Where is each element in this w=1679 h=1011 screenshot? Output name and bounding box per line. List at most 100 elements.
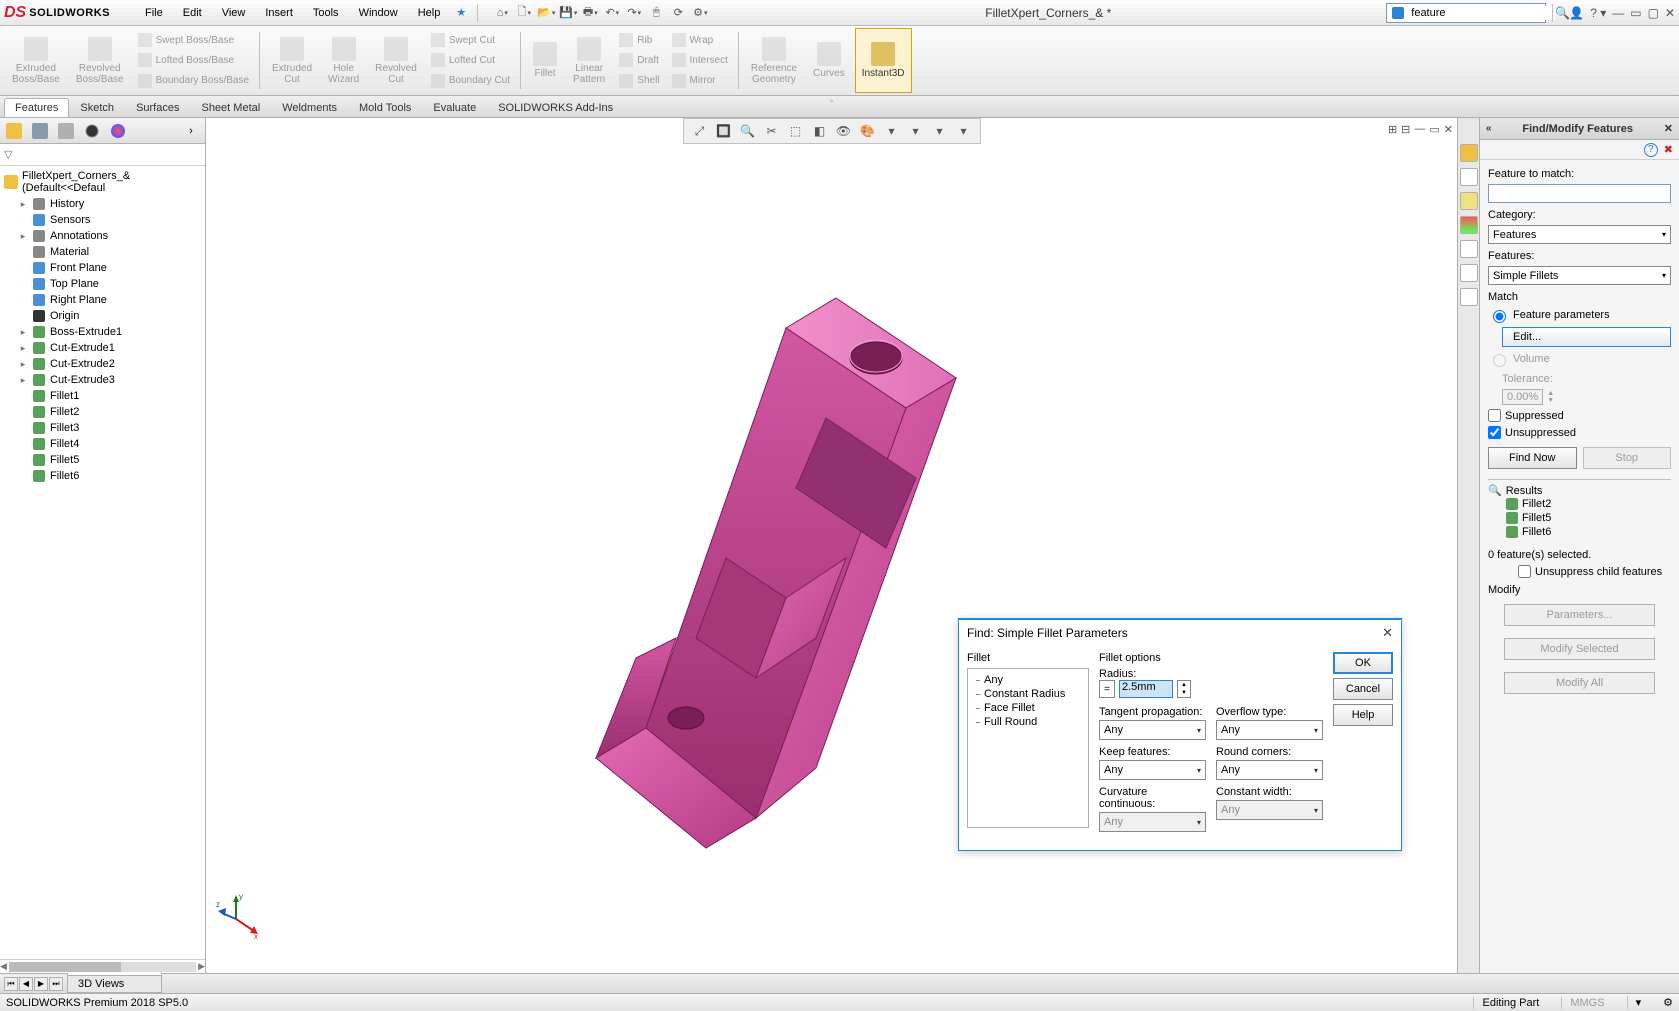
feature-params-radio[interactable]: Feature parameters — [1488, 307, 1671, 323]
tree-node-top-plane[interactable]: Top Plane — [4, 276, 205, 292]
tree-node-fillet5[interactable]: Fillet5 — [4, 452, 205, 468]
tree-node-cut-extrude1[interactable]: ▸ Cut-Extrude1 — [4, 340, 205, 356]
vp-maximize-icon[interactable]: ▭ — [1429, 123, 1439, 136]
result-fillet5[interactable]: Fillet5 — [1488, 511, 1671, 525]
ribbon-swept-boss-base[interactable]: Swept Boss/Base — [138, 33, 249, 47]
features-select[interactable]: Simple Fillets — [1488, 266, 1671, 285]
find-modify-header[interactable]: « Find/Modify Features ✕ — [1480, 118, 1679, 140]
vp-collapse-icon[interactable]: ⊞ — [1388, 123, 1397, 136]
status-dropdown-icon[interactable]: ▾ — [1627, 996, 1650, 1009]
section-view-icon[interactable]: ✂ — [762, 121, 782, 141]
fillet-type-face-fillet[interactable]: Face Fillet — [972, 701, 1084, 715]
search-input[interactable] — [1409, 6, 1555, 20]
tree-node-origin[interactable]: Origin — [4, 308, 205, 324]
tree-node-cut-extrude3[interactable]: ▸ Cut-Extrude3 — [4, 372, 205, 388]
result-fillet6[interactable]: Fillet6 — [1488, 525, 1671, 539]
filter-icon[interactable]: ▽ — [4, 148, 12, 161]
tree-node-material-not-specified-[interactable]: Material — [4, 244, 205, 260]
display-style-icon[interactable]: ◧ — [810, 121, 830, 141]
menu-window[interactable]: Window — [350, 4, 407, 22]
ribbon-linear-pattern[interactable]: LinearPattern — [567, 28, 611, 93]
keep-select[interactable]: Any — [1099, 760, 1206, 780]
menu-help[interactable]: Help — [409, 4, 450, 22]
command-search[interactable]: 🔍 ▾ — [1386, 3, 1546, 23]
ribtab-features[interactable]: Features — [4, 98, 69, 117]
vp-close-icon[interactable]: ✕ — [1444, 123, 1453, 136]
close-icon[interactable]: ✕ — [1665, 6, 1675, 20]
expander-icon[interactable]: ▸ — [18, 231, 28, 242]
help-button[interactable]: Help — [1333, 704, 1393, 726]
ribbon-curves[interactable]: Curves — [807, 28, 851, 93]
ribbon-intersect[interactable]: Intersect — [672, 53, 728, 67]
apply-scene-icon[interactable]: ▾ — [882, 121, 902, 141]
view-settings-icon[interactable]: ▾ — [906, 121, 926, 141]
tree-node-sensors[interactable]: Sensors — [4, 212, 205, 228]
restore-icon[interactable]: ▭ — [1630, 6, 1641, 20]
dimxpert-tab-icon[interactable] — [82, 121, 102, 141]
ribbon-revolved-cut[interactable]: RevolvedCut — [369, 28, 423, 93]
overflow-select[interactable]: Any — [1216, 720, 1323, 740]
star-icon[interactable]: ★ — [451, 3, 471, 23]
ribtab-evaluate[interactable]: Evaluate — [422, 98, 487, 117]
ribbon-boundary-boss-base[interactable]: Boundary Boss/Base — [138, 74, 249, 88]
ribtab-mold-tools[interactable]: Mold Tools — [348, 98, 422, 117]
expander-icon[interactable]: ▸ — [18, 375, 28, 386]
select-icon[interactable]: 🖱 — [646, 3, 666, 23]
cancel-button[interactable]: Cancel — [1333, 678, 1393, 700]
feature-tree-tab-icon[interactable] — [4, 121, 24, 141]
panel-close-icon[interactable]: ✕ — [1664, 122, 1673, 135]
radius-input[interactable]: 2.5mm — [1119, 680, 1173, 698]
result-fillet2[interactable]: Fillet2 — [1488, 497, 1671, 511]
custom-props-icon[interactable] — [1460, 264, 1478, 282]
menu-tools[interactable]: Tools — [304, 4, 348, 22]
category-select[interactable]: Features — [1488, 225, 1671, 244]
render-icon[interactable]: ▾ — [930, 121, 950, 141]
ribbon-swept-cut[interactable]: Swept Cut — [431, 33, 510, 47]
design-library-icon[interactable] — [1460, 168, 1478, 186]
print-icon[interactable]: 🖶 — [580, 3, 600, 23]
tree-node-fillet6[interactable]: Fillet6 — [4, 468, 205, 484]
redo-icon[interactable]: ↷ — [624, 3, 644, 23]
zoom-fit-icon[interactable]: ⤢ — [690, 121, 710, 141]
ribbon-mirror[interactable]: Mirror — [672, 74, 728, 88]
panel-help-icon[interactable]: ? — [1644, 143, 1658, 157]
find-now-button[interactable]: Find Now — [1488, 447, 1577, 469]
tree-node-fillet1[interactable]: Fillet1 — [4, 388, 205, 404]
fillet-type-any[interactable]: Any — [972, 673, 1084, 687]
tree-node-fillet3[interactable]: Fillet3 — [4, 420, 205, 436]
expander-icon[interactable]: ▸ — [18, 327, 28, 338]
expander-icon[interactable]: ▸ — [18, 199, 28, 210]
ribbon-draft[interactable]: Draft — [619, 53, 659, 67]
previous-view-icon[interactable]: 🔍 — [738, 121, 758, 141]
suppressed-check[interactable]: Suppressed — [1488, 409, 1671, 422]
tab-expand-icon[interactable]: › — [181, 121, 201, 141]
menu-file[interactable]: File — [136, 4, 172, 22]
panel-x-icon[interactable]: ✖ — [1664, 143, 1673, 156]
new-icon[interactable]: 🗋 — [514, 3, 534, 23]
edit-appearance-icon[interactable]: 🎨 — [858, 121, 878, 141]
tangent-select[interactable]: Any — [1099, 720, 1206, 740]
expander-icon[interactable]: ▸ — [18, 359, 28, 370]
ribbon-revolved-boss-base[interactable]: RevolvedBoss/Base — [70, 28, 130, 93]
dialog-close-icon[interactable]: ✕ — [1382, 625, 1393, 641]
ribbon-boundary-cut[interactable]: Boundary Cut — [431, 74, 510, 88]
view-palette-icon[interactable] — [1460, 216, 1478, 234]
tree-node-cut-extrude2[interactable]: ▸ Cut-Extrude2 — [4, 356, 205, 372]
view-orientation-icon[interactable]: ⬚ — [786, 121, 806, 141]
unsuppress-child-check[interactable]: Unsuppress child features — [1518, 565, 1671, 578]
ribbon-lofted-boss-base[interactable]: Lofted Boss/Base — [138, 53, 249, 67]
tree-node-history[interactable]: ▸ History — [4, 196, 205, 212]
radius-spinner[interactable]: ▲▼ — [1177, 680, 1191, 698]
minimize-icon[interactable]: — — [1612, 6, 1624, 20]
save-icon[interactable]: 💾 — [558, 3, 578, 23]
ribtab-weldments[interactable]: Weldments — [271, 98, 348, 117]
open-icon[interactable]: 📂 — [536, 3, 556, 23]
search-icon[interactable]: 🔍 — [1555, 6, 1570, 20]
tab-first-icon[interactable]: ⏮ — [4, 977, 18, 991]
hide-show-icon[interactable]: 👁 — [834, 121, 854, 141]
fillet-type-constant-radius[interactable]: Constant Radius — [972, 687, 1084, 701]
tree-scrollbar[interactable]: ◀ ▶ — [0, 959, 205, 973]
tree-root[interactable]: FilletXpert_Corners_& (Default<<Defaul — [4, 168, 205, 196]
undo-icon[interactable]: ↶ — [602, 3, 622, 23]
ribbon-rib[interactable]: Rib — [619, 33, 659, 47]
